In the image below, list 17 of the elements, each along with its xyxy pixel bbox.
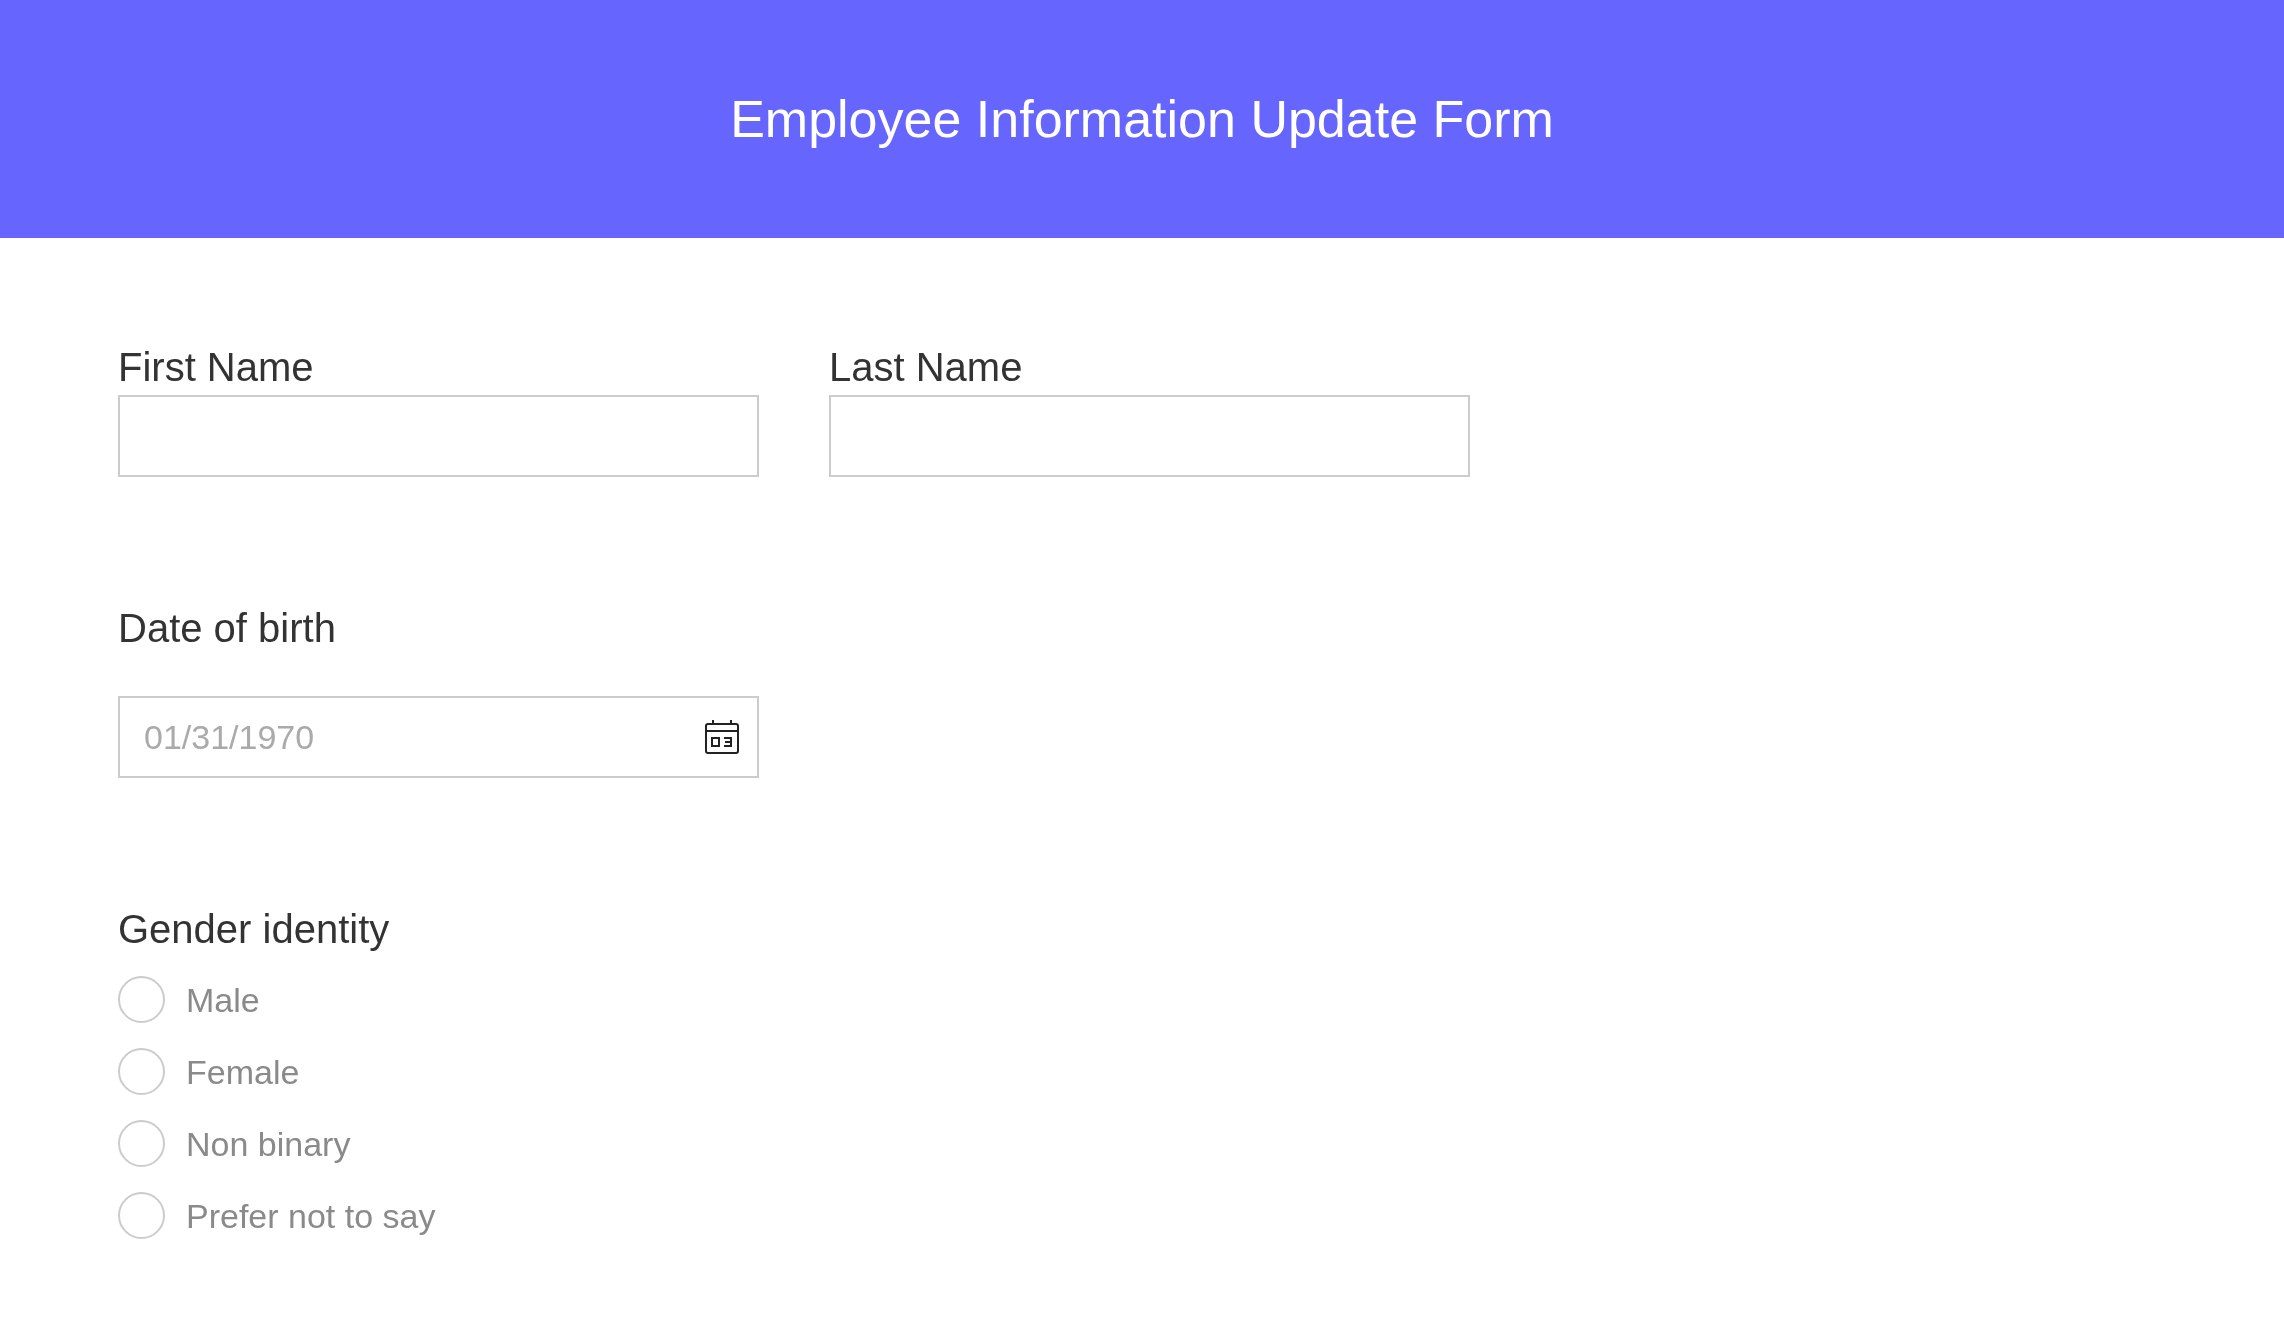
calendar-icon[interactable] <box>704 719 740 755</box>
radio-label: Male <box>186 979 260 1020</box>
input-field[interactable] <box>118 395 759 477</box>
radio-button[interactable] <box>118 976 165 1023</box>
radio-label: Female <box>186 1051 300 1092</box>
radio-button[interactable] <box>118 1192 165 1239</box>
form-title: Employee Information Update Form <box>730 89 1554 150</box>
radio-label: Prefer not to say <box>186 1195 436 1236</box>
radio-label: Non binary <box>186 1123 351 1164</box>
input-field[interactable] <box>829 395 1470 477</box>
field-label: First Name <box>118 344 314 391</box>
date-field[interactable]: 01/31/1970 <box>118 696 759 778</box>
field-label: Gender identity <box>118 906 390 953</box>
radio-button[interactable] <box>118 1048 165 1095</box>
field-label: Last Name <box>829 344 1023 391</box>
field-label: Date of birth <box>118 605 336 652</box>
radio-button[interactable] <box>118 1120 165 1167</box>
